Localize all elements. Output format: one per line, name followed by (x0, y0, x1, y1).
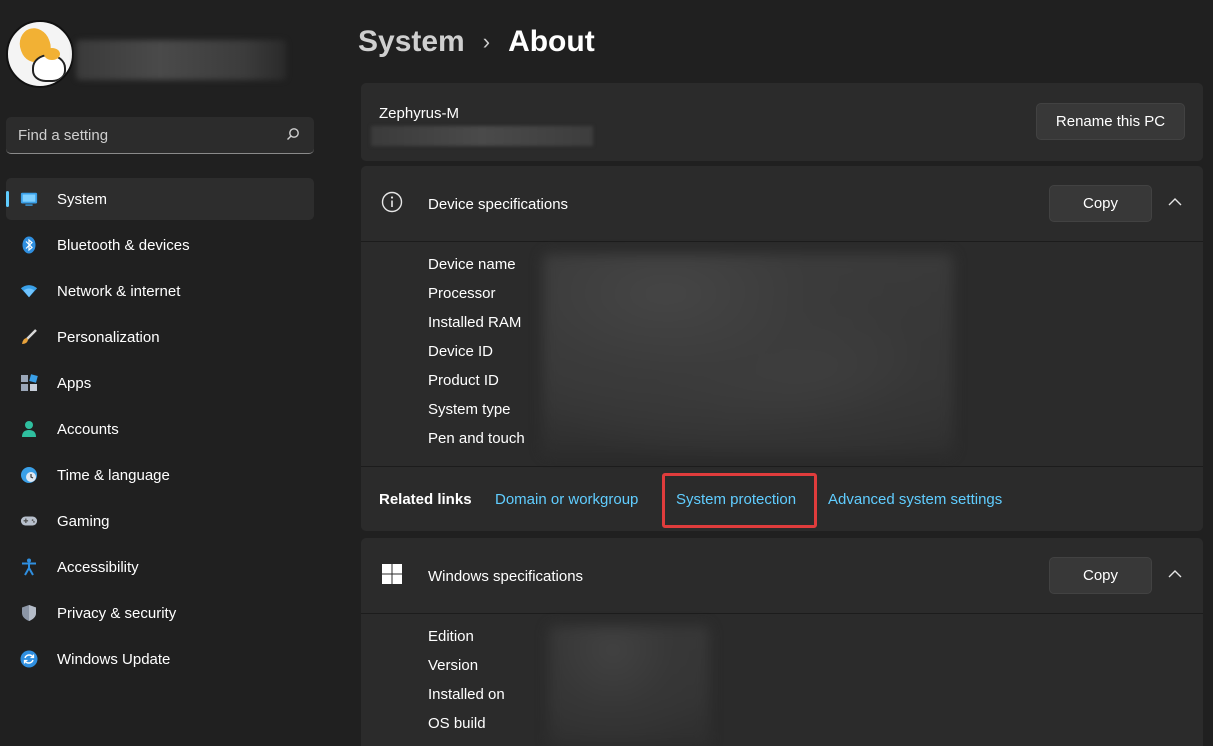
sidebar-item-windows-update[interactable]: Windows Update (6, 638, 314, 680)
spec-label-product-id: Product ID (428, 372, 499, 389)
windows-logo-icon (382, 564, 402, 584)
search-icon (287, 128, 299, 140)
spec-label-processor: Processor (428, 285, 496, 302)
device-specifications-card: Device specifications Copy Device name P… (361, 166, 1203, 531)
display-icon (20, 190, 38, 208)
avatar[interactable] (6, 20, 74, 88)
apps-icon (20, 374, 38, 392)
sidebar-item-label: Apps (57, 375, 92, 392)
gamepad-icon (20, 512, 38, 530)
copy-device-specs-button[interactable]: Copy (1049, 185, 1152, 222)
paintbrush-icon (20, 328, 38, 346)
sidebar-item-personalization[interactable]: Personalization (6, 316, 314, 358)
sidebar-item-privacy[interactable]: Privacy & security (6, 592, 314, 634)
page-title: About (508, 25, 595, 58)
user-name-redacted (76, 40, 286, 80)
search-placeholder: Find a setting (18, 127, 109, 144)
sidebar-item-gaming[interactable]: Gaming (6, 500, 314, 542)
advanced-system-settings-link[interactable]: Advanced system settings (828, 491, 1002, 508)
search-input[interactable]: Find a setting (6, 117, 314, 154)
pc-name-card: Zephyrus-M Rename this PC (361, 83, 1203, 161)
sidebar-item-label: System (57, 191, 108, 208)
system-protection-link[interactable]: System protection (676, 491, 796, 508)
sidebar-nav: System Bluetooth & devices Network & int… (6, 178, 314, 684)
sidebar-item-label: Time & language (57, 467, 170, 484)
spec-label-installed-ram: Installed RAM (428, 314, 522, 331)
windows-spec-rows: Edition Version Installed on OS build (428, 627, 505, 743)
sidebar-item-bluetooth[interactable]: Bluetooth & devices (6, 224, 314, 266)
copy-windows-specs-button[interactable]: Copy (1049, 557, 1152, 594)
sidebar-item-system[interactable]: System (6, 178, 314, 220)
pc-model-redacted (371, 126, 593, 146)
spec-label-device-name: Device name (428, 256, 516, 273)
spec-label-installed-on: Installed on (428, 686, 505, 703)
spec-label-system-type: System type (428, 401, 511, 418)
related-links-bar: Related links Domain or workgroup System… (361, 466, 1203, 531)
sidebar-item-apps[interactable]: Apps (6, 362, 314, 404)
info-icon (381, 191, 403, 213)
spec-label-device-id: Device ID (428, 343, 494, 360)
sidebar-item-label: Network & internet (57, 283, 181, 300)
chevron-up-icon[interactable] (1167, 196, 1183, 208)
spec-label-os-build: OS build (428, 715, 486, 732)
spec-label-pen-touch: Pen and touch (428, 430, 525, 447)
sidebar: Find a setting System Bluetooth & device… (0, 0, 330, 746)
device-specifications-title: Device specifications (428, 196, 569, 213)
sidebar-item-label: Privacy & security (57, 605, 177, 622)
sidebar-item-time-language[interactable]: Time & language (6, 454, 314, 496)
windows-specifications-title: Windows specifications (428, 568, 584, 585)
chevron-up-icon[interactable] (1167, 568, 1183, 580)
spec-values-redacted (543, 254, 953, 454)
rename-pc-button[interactable]: Rename this PC (1036, 103, 1185, 140)
bluetooth-icon (20, 236, 38, 254)
sidebar-item-label: Windows Update (57, 651, 171, 668)
device-spec-rows: Device name Processor Installed RAM Devi… (428, 255, 525, 458)
device-specifications-header[interactable]: Device specifications Copy (361, 166, 1203, 242)
related-links-label: Related links (379, 491, 472, 508)
sidebar-item-label: Personalization (57, 329, 160, 346)
windows-values-redacted (549, 626, 709, 746)
pc-name: Zephyrus-M (379, 105, 460, 122)
sidebar-item-label: Accessibility (57, 559, 139, 576)
breadcrumb: System › About (358, 22, 595, 62)
sidebar-item-network[interactable]: Network & internet (6, 270, 314, 312)
breadcrumb-parent[interactable]: System (358, 25, 465, 59)
windows-specifications-card: Windows specifications Copy Edition Vers… (361, 538, 1203, 746)
spec-label-version: Version (428, 657, 479, 674)
accessibility-icon (20, 558, 38, 576)
sidebar-item-label: Accounts (57, 421, 119, 438)
shield-icon (20, 604, 38, 622)
spec-label-edition: Edition (428, 628, 474, 645)
globe-clock-icon (20, 466, 38, 484)
sidebar-item-label: Gaming (57, 513, 110, 530)
update-icon (20, 650, 38, 668)
avatar-yolk-shape (44, 48, 60, 60)
sidebar-item-accessibility[interactable]: Accessibility (6, 546, 314, 588)
domain-workgroup-link[interactable]: Domain or workgroup (495, 491, 638, 508)
sidebar-item-accounts[interactable]: Accounts (6, 408, 314, 450)
chevron-right-icon: › (482, 29, 491, 54)
person-icon (20, 420, 38, 438)
sidebar-item-label: Bluetooth & devices (57, 237, 190, 254)
wifi-icon (20, 282, 38, 300)
windows-specifications-header[interactable]: Windows specifications Copy (361, 538, 1203, 614)
